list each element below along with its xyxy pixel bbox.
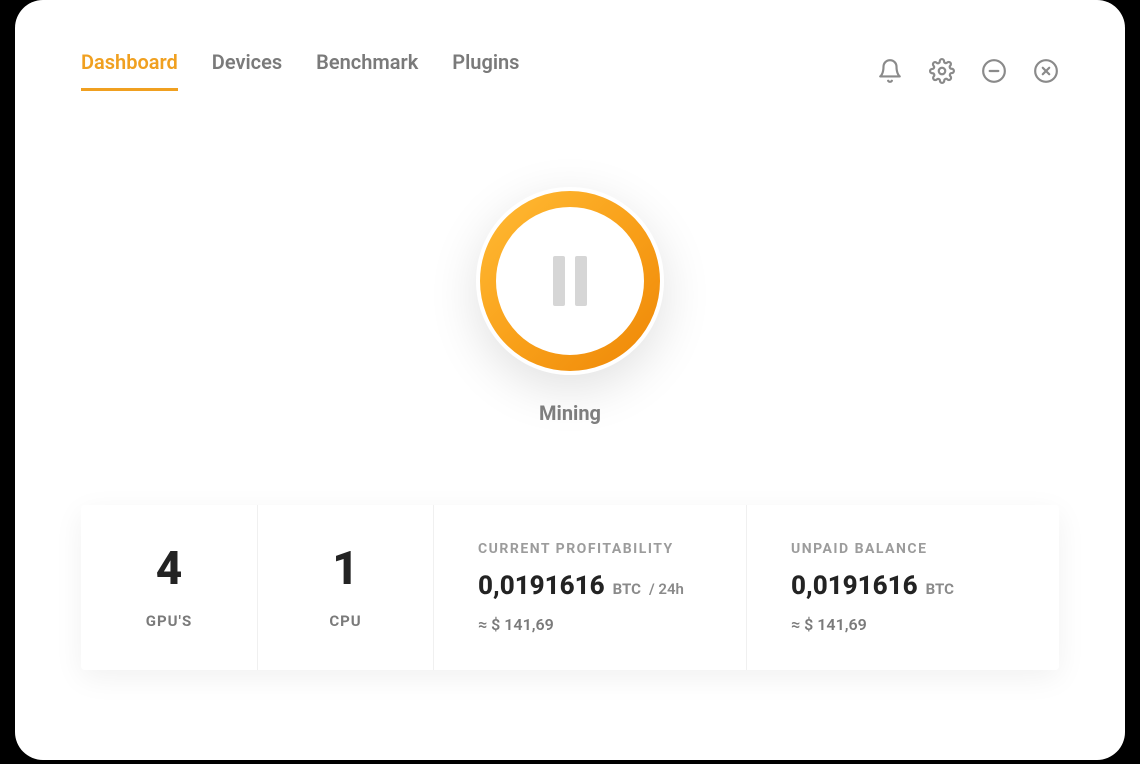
profitability-unit: BTC xyxy=(613,580,641,598)
nav-tabs: Dashboard Devices Benchmark Plugins xyxy=(81,50,519,91)
balance-approx: ≈ $ 141,69 xyxy=(791,615,1015,634)
profitability-per: / 24h xyxy=(649,580,684,598)
tab-benchmark[interactable]: Benchmark xyxy=(316,50,418,91)
mining-control: Mining xyxy=(15,187,1125,425)
tab-devices[interactable]: Devices xyxy=(212,50,282,91)
cpu-label: CPU xyxy=(329,612,361,630)
balance-card: UNPAID BALANCE 0,0191616 BTC ≈ $ 141,69 xyxy=(746,505,1059,670)
pause-icon xyxy=(553,256,587,306)
header-icons xyxy=(877,58,1059,84)
close-icon[interactable] xyxy=(1033,58,1059,84)
minimize-icon[interactable] xyxy=(981,58,1007,84)
bell-icon[interactable] xyxy=(877,58,903,84)
app-window: Dashboard Devices Benchmark Plugins xyxy=(15,0,1125,760)
gear-icon[interactable] xyxy=(929,58,955,84)
gpu-label: GPU'S xyxy=(146,612,192,630)
cpu-card: 1 CPU xyxy=(257,505,433,670)
header: Dashboard Devices Benchmark Plugins xyxy=(15,0,1125,91)
balance-unit: BTC xyxy=(926,580,954,598)
mining-toggle-button[interactable] xyxy=(476,187,664,375)
profitability-approx: ≈ $ 141,69 xyxy=(478,615,702,634)
tab-dashboard[interactable]: Dashboard xyxy=(81,50,178,91)
gpu-count: 4 xyxy=(156,546,183,592)
balance-value-row: 0,0191616 BTC xyxy=(791,571,1015,601)
gpu-card: 4 GPU'S xyxy=(81,505,257,670)
balance-title: UNPAID BALANCE xyxy=(791,541,1015,557)
tab-plugins[interactable]: Plugins xyxy=(452,50,519,91)
mining-status-label: Mining xyxy=(539,401,601,425)
stats-row: 4 GPU'S 1 CPU CURRENT PROFITABILITY 0,01… xyxy=(81,505,1059,670)
cpu-count: 1 xyxy=(332,546,359,592)
profitability-title: CURRENT PROFITABILITY xyxy=(478,541,702,557)
profitability-card: CURRENT PROFITABILITY 0,0191616 BTC / 24… xyxy=(433,505,746,670)
profitability-value-row: 0,0191616 BTC / 24h xyxy=(478,571,702,601)
balance-value: 0,0191616 xyxy=(791,571,918,601)
profitability-value: 0,0191616 xyxy=(478,571,605,601)
